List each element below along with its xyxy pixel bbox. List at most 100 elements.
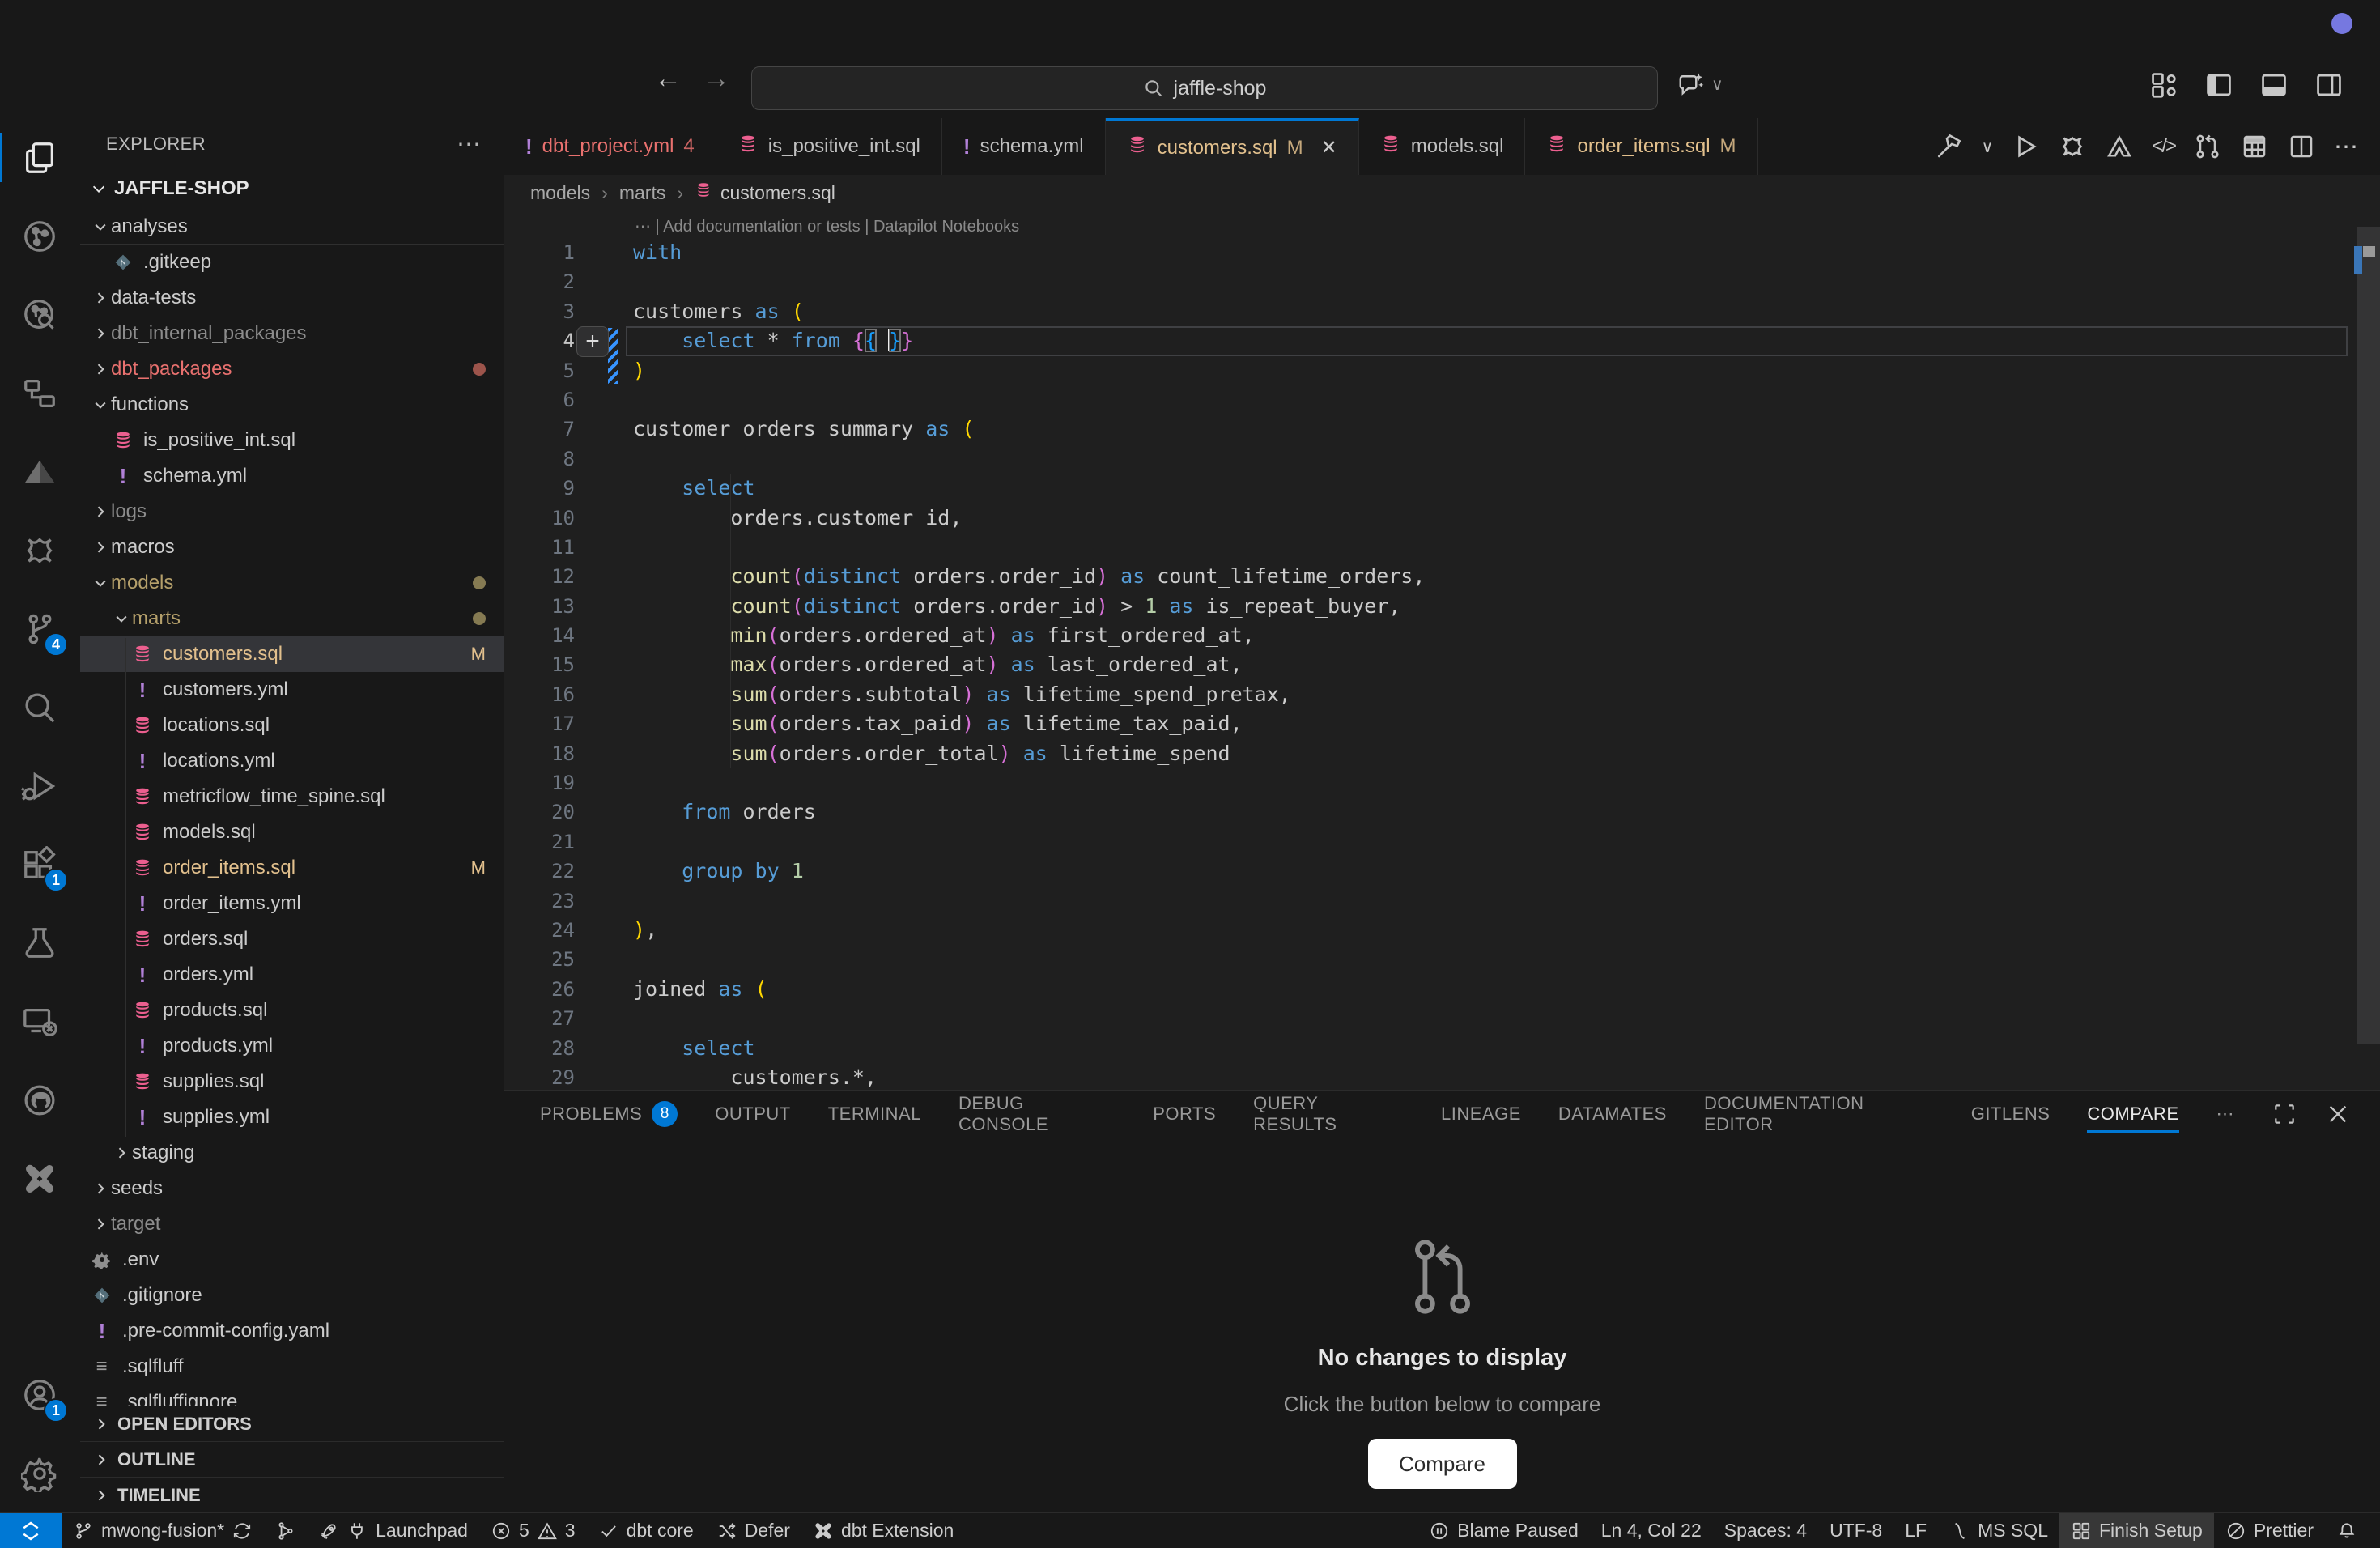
breadcrumb-file[interactable]: customers.sql <box>695 181 835 204</box>
tree-item-models.sql[interactable]: models.sql <box>80 814 504 850</box>
code-line-13[interactable]: 13 count(distinct orders.order_id) > 1 a… <box>504 592 2380 621</box>
tree-item-data-tests[interactable]: data-tests <box>80 280 504 316</box>
pull-request-icon[interactable] <box>2193 132 2222 161</box>
tab-schema.yml[interactable]: !schema.yml <box>942 118 1106 175</box>
code-line-5[interactable]: 5) <box>504 356 2380 385</box>
code-line-21[interactable]: 21 <box>504 827 2380 857</box>
panel-tab-lineage[interactable]: LINEAGE <box>1441 1091 1521 1138</box>
tree-item-is-positive-int.sql[interactable]: is_positive_int.sql <box>80 423 504 458</box>
tree-item-.gitignore[interactable]: .gitignore <box>80 1278 504 1313</box>
workspace-root-folder[interactable]: JAFFLE-SHOP <box>80 170 504 207</box>
status-dbt-extension[interactable]: dbt Extension <box>801 1513 965 1548</box>
tree-item-order-items.yml[interactable]: !order_items.yml <box>80 886 504 921</box>
tree-item-analyses[interactable]: analyses <box>80 209 504 245</box>
tree-item-customers.sql[interactable]: customers.sqlM <box>80 636 504 672</box>
breadcrumb-item[interactable]: models <box>530 182 590 204</box>
tab-order-items.sql[interactable]: order_items.sqlM <box>1525 118 1757 175</box>
panel-tab-output[interactable]: OUTPUT <box>715 1091 790 1138</box>
code-line-24[interactable]: 24), <box>504 916 2380 945</box>
panel-tab-ports[interactable]: PORTS <box>1153 1091 1216 1138</box>
tree-item-schema.yml[interactable]: !schema.yml <box>80 458 504 494</box>
panel-tab-documentation-editor[interactable]: DOCUMENTATION EDITOR <box>1704 1091 1934 1138</box>
activity-item-github[interactable] <box>0 1061 79 1139</box>
activity-item-settings[interactable] <box>0 1434 79 1512</box>
tab-models.sql[interactable]: models.sql <box>1359 118 1526 175</box>
tree-item-target[interactable]: target <box>80 1206 504 1242</box>
datapilot-icon[interactable] <box>2105 132 2134 161</box>
tree-item-metricflow-time-spine.sql[interactable]: metricflow_time_spine.sql <box>80 779 504 814</box>
activity-item-accounts[interactable]: 1 <box>0 1355 79 1434</box>
panel-tab-gitlens[interactable]: GITLENS <box>1971 1091 2051 1138</box>
tree-item-order-items.sql[interactable]: order_items.sqlM <box>80 850 504 886</box>
run-icon[interactable] <box>2011 132 2040 161</box>
tree-item-products.yml[interactable]: !products.yml <box>80 1028 504 1064</box>
status-defer[interactable]: Defer <box>705 1513 801 1548</box>
chevron-down-icon[interactable]: ∨ <box>1982 137 1994 157</box>
tree-item-logs[interactable]: logs <box>80 494 504 529</box>
tab-is-positive-int.sql[interactable]: is_positive_int.sql <box>716 118 942 175</box>
tree-item-models[interactable]: models <box>80 565 504 601</box>
code-line-22[interactable]: 22 group by 1 <box>504 857 2380 886</box>
activity-item-source-control-provider[interactable] <box>0 197 79 275</box>
panel-tab-query-results[interactable]: QUERY RESULTS <box>1253 1091 1404 1138</box>
activity-item-explorer[interactable] <box>0 118 79 197</box>
activity-item-flowchart[interactable] <box>0 354 79 432</box>
editor-scrollbar[interactable] <box>2357 227 2380 1044</box>
status-git-graph[interactable] <box>264 1513 308 1548</box>
toggle-primary-sidebar-icon[interactable] <box>2204 70 2234 100</box>
nav-forward-icon[interactable]: → <box>703 63 730 95</box>
code-line-17[interactable]: 17 sum(orders.tax_paid) as lifetime_tax_… <box>504 709 2380 738</box>
code-line-14[interactable]: 14 min(orders.ordered_at) as first_order… <box>504 621 2380 650</box>
tree-item-functions[interactable]: functions <box>80 387 504 423</box>
tree-item-.env[interactable]: .env <box>80 1242 504 1278</box>
code-line-28[interactable]: 28 select <box>504 1034 2380 1063</box>
section-timeline[interactable]: TIMELINE <box>80 1477 504 1512</box>
codelens-actions[interactable]: ⋯ | Add documentation or tests | Datapil… <box>635 212 1019 240</box>
close-panel-icon[interactable] <box>2325 1101 2351 1127</box>
tree-item-locations.sql[interactable]: locations.sql <box>80 708 504 743</box>
code-line-9[interactable]: 9 select <box>504 474 2380 503</box>
code-line-18[interactable]: 18 sum(orders.order_total) as lifetime_s… <box>504 739 2380 768</box>
code-line-23[interactable]: 23 <box>504 887 2380 916</box>
customize-layout-icon[interactable] <box>2148 70 2179 100</box>
query-results-icon[interactable] <box>2240 132 2269 161</box>
tree-item-products.sql[interactable]: products.sql <box>80 993 504 1028</box>
code-line-12[interactable]: 12 count(distinct orders.order_id) as co… <box>504 562 2380 591</box>
code-line-7[interactable]: 7customer_orders_summary as ( <box>504 415 2380 444</box>
code-line-20[interactable]: 20 from orders <box>504 797 2380 827</box>
tree-item-.pre-commit-config.yaml[interactable]: !.pre-commit-config.yaml <box>80 1313 504 1349</box>
activity-item-testing[interactable] <box>0 904 79 982</box>
split-editor-icon[interactable] <box>2287 132 2316 161</box>
activity-item-extensions[interactable]: 1 <box>0 825 79 904</box>
tree-item-customers.yml[interactable]: !customers.yml <box>80 672 504 708</box>
tree-item-.sqlfluff[interactable]: ≡.sqlfluff <box>80 1349 504 1384</box>
tree-item-dbt-packages[interactable]: dbt_packages <box>80 351 504 387</box>
tree-item-locations.yml[interactable]: !locations.yml <box>80 743 504 779</box>
panel-tab--[interactable]: ⋯ <box>2216 1091 2235 1138</box>
tree-item-supplies.yml[interactable]: !supplies.yml <box>80 1099 504 1135</box>
status-cursor-position[interactable]: Ln 4, Col 22 <box>1590 1513 1713 1548</box>
tree-item-seeds[interactable]: seeds <box>80 1171 504 1206</box>
code-line-25[interactable]: 25 <box>504 945 2380 974</box>
code-icon[interactable]: </> <box>2152 135 2175 158</box>
tab-close-icon[interactable]: ✕ <box>1321 136 1337 159</box>
tree-item-dbt-internal-packages[interactable]: dbt_internal_packages <box>80 316 504 351</box>
activity-item-source-control-search[interactable] <box>0 275 79 354</box>
panel-tab-compare[interactable]: COMPARE <box>2087 1091 2178 1138</box>
status-problems[interactable]: 53 <box>479 1513 587 1548</box>
tab-dbt-project.yml[interactable]: !dbt_project.yml4 <box>504 118 716 175</box>
remote-indicator[interactable] <box>0 1513 62 1548</box>
code-line-11[interactable]: 11 <box>504 533 2380 562</box>
tree-item-orders.yml[interactable]: !orders.yml <box>80 957 504 993</box>
tree-item-.sqlfluffignore[interactable]: ≡.sqlfluffignore <box>80 1384 504 1406</box>
dbt-power-user-icon[interactable] <box>2058 132 2087 161</box>
copilot-menu[interactable]: ∨ <box>1677 70 1723 99</box>
activity-item-dbt[interactable] <box>0 1139 79 1218</box>
panel-tab-problems[interactable]: PROBLEMS8 <box>540 1091 678 1138</box>
status-indentation[interactable]: Spaces: 4 <box>1713 1513 1818 1548</box>
toggle-secondary-sidebar-icon[interactable] <box>2314 70 2344 100</box>
gutter-add-button[interactable]: + <box>576 326 609 357</box>
code-line-26[interactable]: 26joined as ( <box>504 975 2380 1004</box>
breadcrumb[interactable]: models›marts›customers.sql <box>504 175 2380 211</box>
breadcrumb-item[interactable]: marts <box>619 182 666 204</box>
